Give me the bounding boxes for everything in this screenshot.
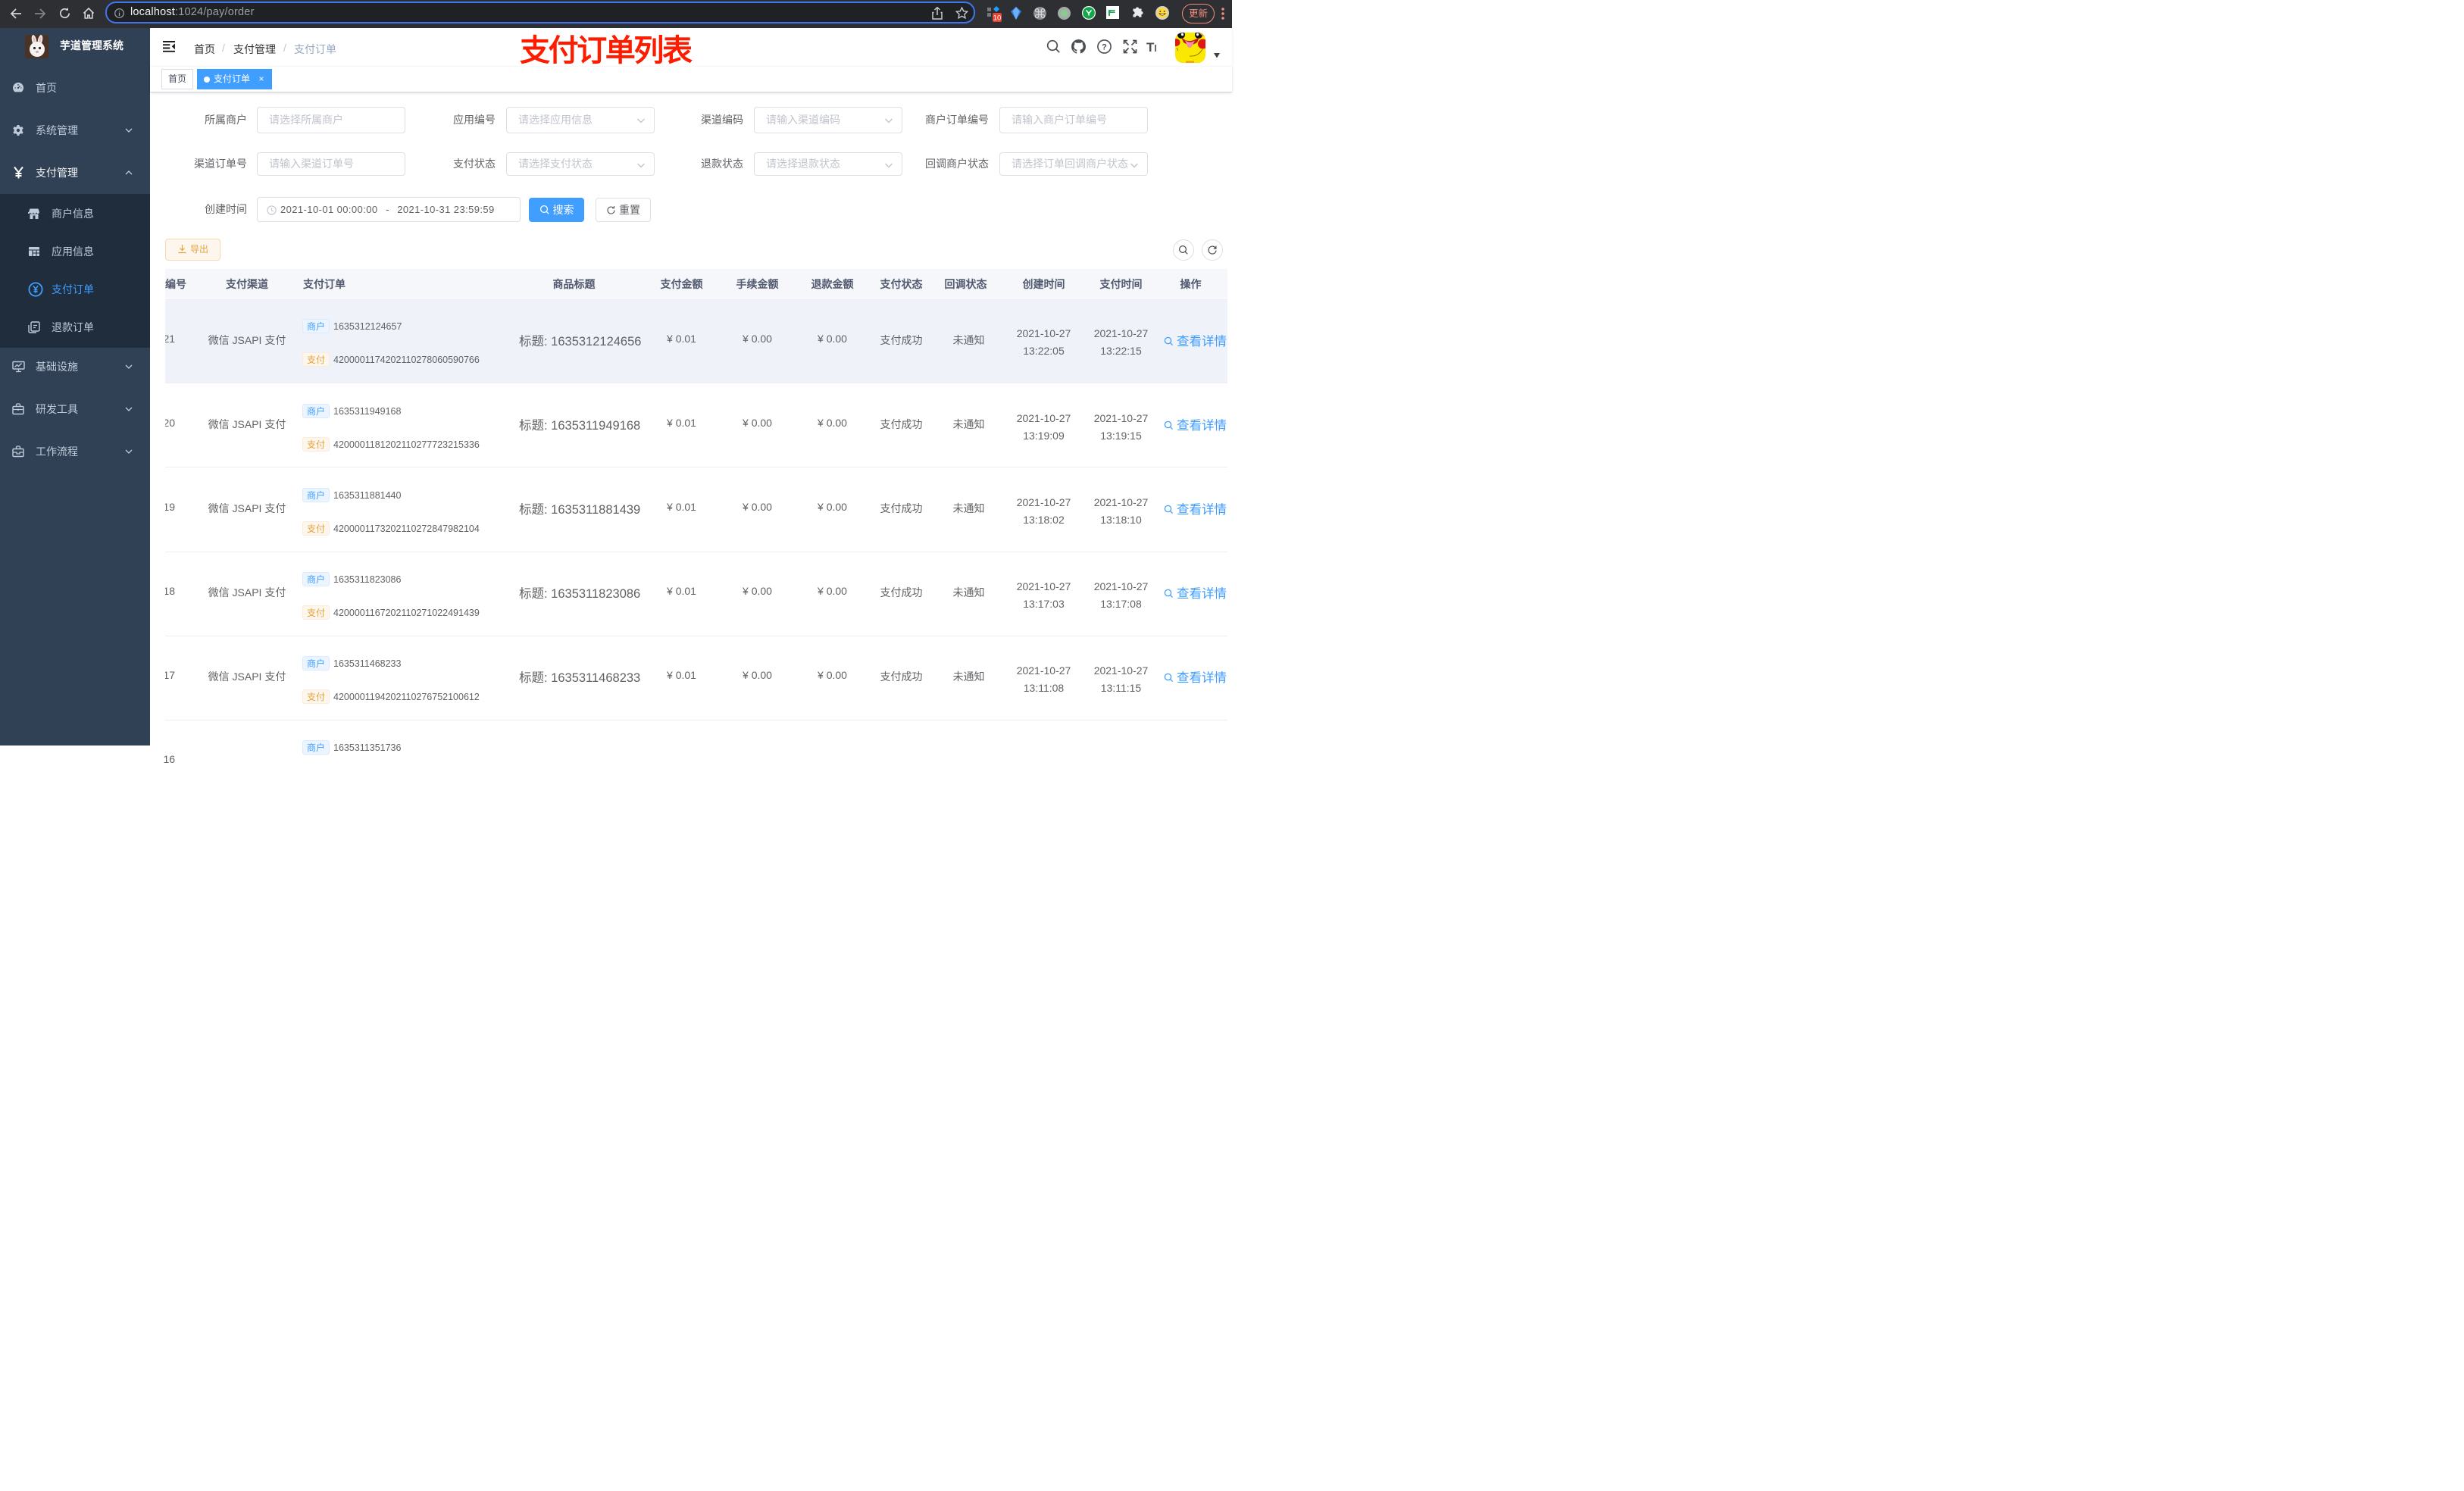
svg-text:?: ? [1102, 42, 1107, 52]
svg-text:10: 10 [993, 14, 1002, 23]
